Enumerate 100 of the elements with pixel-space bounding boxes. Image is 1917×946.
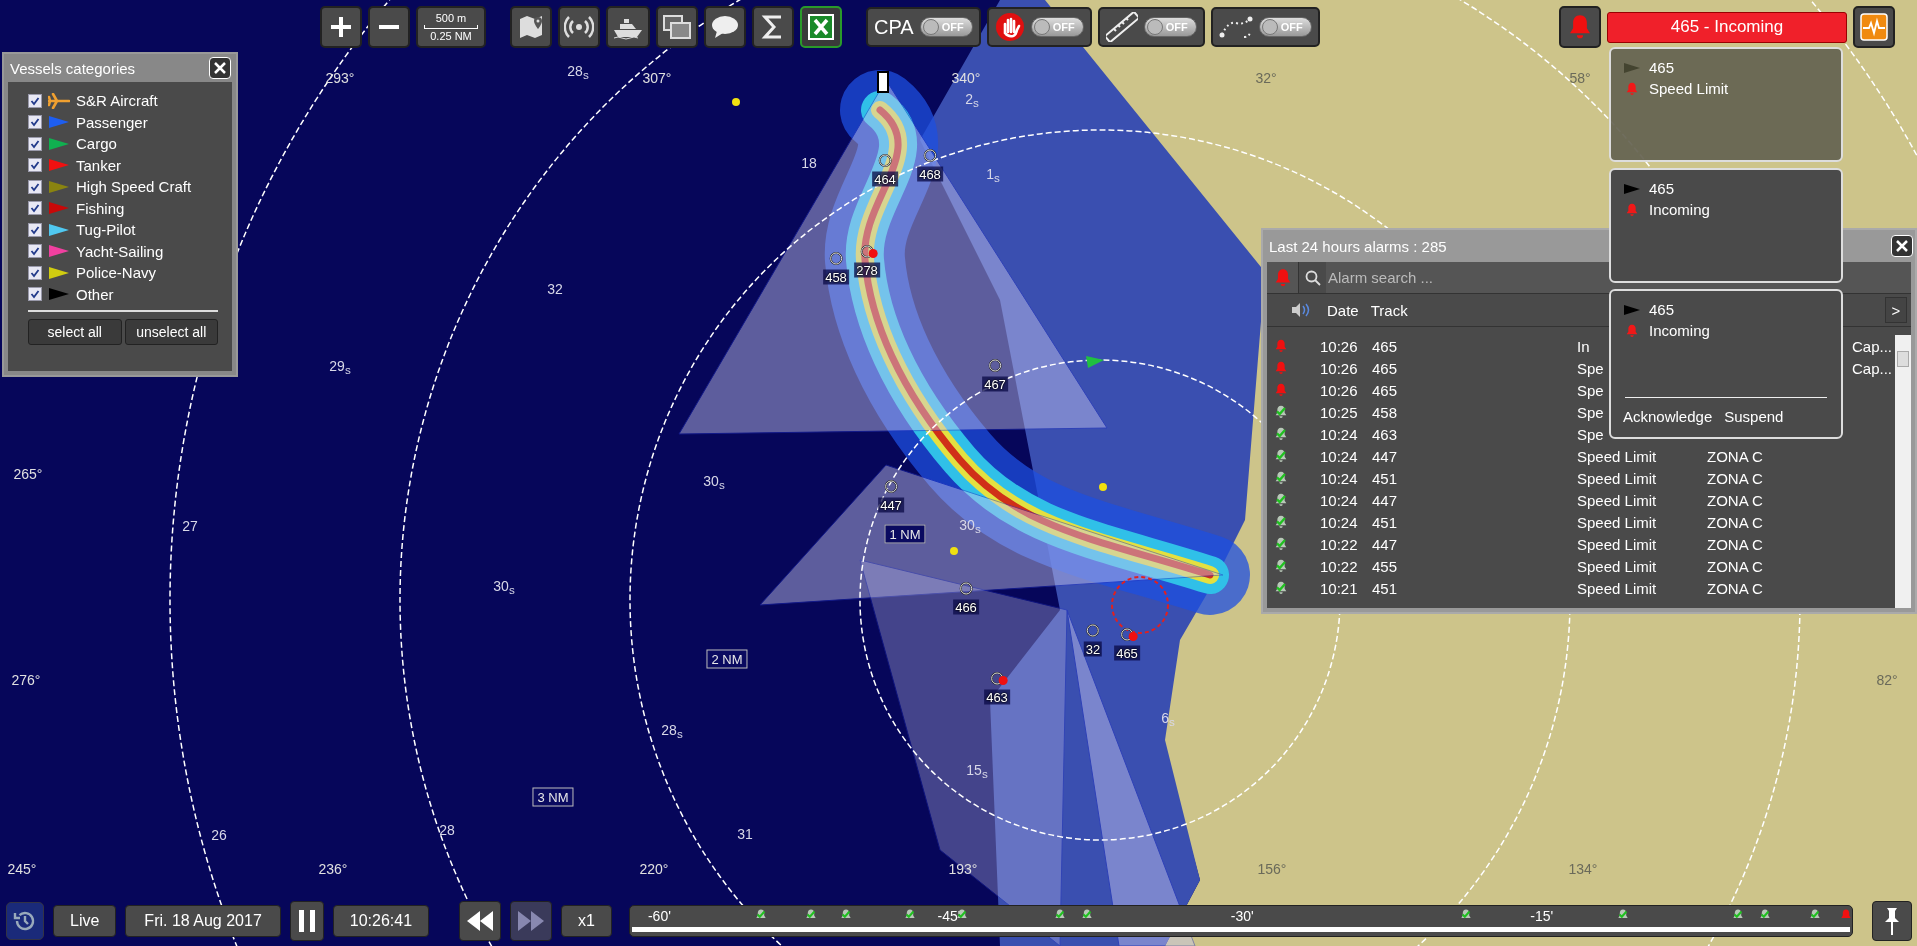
table-cell: 10:21 (1320, 579, 1358, 597)
waveform-icon[interactable] (1853, 6, 1895, 48)
ruler-icon (1105, 12, 1138, 42)
track-marker-icon[interactable] (1086, 623, 1100, 638)
speech-bubble-icon[interactable] (704, 6, 746, 48)
map-pin-icon[interactable] (510, 6, 552, 48)
notification-action[interactable]: Acknowledge (1623, 408, 1713, 425)
timeline[interactable]: -60' -45' -30' -15' (628, 905, 1853, 937)
track-label: 32 (1083, 641, 1103, 657)
select-button[interactable]: select all (28, 319, 122, 345)
track-marker-icon[interactable] (990, 671, 1004, 686)
column-header[interactable]: Track (1370, 301, 1408, 319)
plus-icon (329, 15, 353, 39)
category-label: Cargo (76, 135, 117, 153)
table-cell: Speed Limit (1577, 447, 1657, 465)
bearing-label: 193° (948, 861, 978, 877)
close-icon (212, 60, 228, 76)
depth-sounding: 31 (737, 826, 753, 842)
alarm-type: Incoming (1649, 322, 1710, 339)
zoom-out-button[interactable] (368, 6, 410, 48)
history-icon[interactable] (6, 902, 44, 940)
track-marker-icon[interactable] (860, 244, 874, 259)
table-cell: Cap... (1852, 359, 1893, 377)
table-cell: In (1577, 337, 1590, 355)
checkbox[interactable] (28, 244, 42, 259)
track-marker-icon[interactable] (829, 251, 843, 266)
speed-button[interactable]: x1 (561, 905, 612, 937)
bell-icon[interactable] (1559, 6, 1601, 48)
checkbox[interactable] (28, 136, 42, 151)
panel-title: Last 24 hours alarms : 285 (1269, 237, 1447, 255)
flag-icon (1623, 303, 1641, 316)
depth-sounding: 1$_{s}$ (986, 165, 1000, 185)
table-cell: 10:24 (1320, 513, 1358, 531)
live-button[interactable]: Live (53, 905, 117, 937)
table-cell: Speed Limit (1577, 469, 1657, 487)
pin-icon[interactable] (1872, 901, 1912, 941)
track-label: 464 (872, 171, 898, 187)
speaker-icon[interactable] (1291, 302, 1311, 318)
checkbox[interactable] (28, 222, 42, 237)
bearing-label: 58° (1569, 70, 1591, 86)
column-header[interactable]: Date (1327, 301, 1359, 319)
track-label: 466 (953, 599, 979, 615)
close-button[interactable] (209, 57, 231, 79)
notification-card[interactable]: 465 Incoming (1609, 168, 1843, 283)
table-cell: 10:22 (1320, 557, 1358, 575)
table-cell: Cap... (1852, 337, 1893, 355)
depth-sounding: 28$_{s}$ (567, 62, 589, 82)
zoom-in-button[interactable] (320, 6, 362, 48)
bell-icon[interactable] (1267, 262, 1299, 293)
track-marker-icon[interactable] (923, 148, 937, 163)
time-field[interactable]: 10:26:41 (332, 905, 430, 937)
track-marker-icon[interactable] (959, 581, 973, 596)
more-columns-button[interactable]: > (1885, 297, 1907, 323)
timeline-label: -60' (647, 908, 671, 924)
search-icon (1305, 269, 1321, 286)
bearing-label: 293° (325, 70, 355, 86)
track-marker-icon[interactable] (1120, 627, 1134, 642)
track-label: 467 (982, 376, 1008, 392)
scrollbar[interactable] (1895, 335, 1911, 608)
track-label: 463 (984, 689, 1010, 705)
bearing-label: 156° (1257, 861, 1287, 877)
range-label: 1 NM (884, 524, 926, 544)
depth-sounding: 18 (801, 155, 817, 171)
checkbox[interactable] (28, 115, 42, 130)
alarm-type: Speed Limit (1649, 80, 1729, 97)
date-field[interactable]: Fri. 18 Aug 2017 (125, 905, 281, 937)
spreadsheet-export-icon[interactable] (800, 6, 842, 48)
radar-signal-icon[interactable] (558, 6, 600, 48)
table-cell: 10:26 (1320, 337, 1358, 355)
select-button[interactable]: unselect all (124, 319, 218, 345)
table-cell: ZONA C (1707, 447, 1763, 465)
track-label: 447 (878, 497, 904, 513)
rewind-button[interactable] (459, 901, 502, 941)
fast-forward-button[interactable] (510, 901, 553, 941)
pause-button[interactable] (289, 901, 324, 941)
depth-sounding: 2$_{s}$ (965, 90, 979, 110)
alarm-banner[interactable]: 465 - Incoming (1607, 11, 1847, 43)
table-cell: Speed Limit (1577, 513, 1657, 531)
close-button[interactable] (1891, 235, 1913, 257)
track-marker-icon[interactable] (878, 153, 892, 168)
notification-card[interactable]: 465 Speed Limit (1609, 47, 1843, 162)
notification-card[interactable]: 465 Incoming Acknowledge Suspend (1609, 289, 1843, 439)
track-number: 465 (1649, 180, 1675, 197)
sum-icon[interactable] (752, 6, 794, 48)
checkbox[interactable] (28, 158, 42, 173)
table-cell: Spe (1577, 403, 1604, 421)
table-cell: 10:24 (1320, 491, 1358, 509)
checkbox[interactable] (28, 265, 42, 280)
checkbox[interactable] (28, 287, 42, 302)
bearing-label: 340° (951, 70, 981, 86)
checkbox[interactable] (28, 179, 42, 194)
track-marker-icon[interactable] (988, 358, 1002, 373)
depth-sounding: 30$_{s}$ (703, 472, 725, 492)
windows-icon[interactable] (656, 6, 698, 48)
track-marker-icon[interactable] (884, 479, 898, 494)
timeline-label: -45' (937, 908, 961, 924)
checkbox[interactable] (28, 93, 42, 108)
notification-action[interactable]: Suspend (1724, 408, 1784, 425)
table-cell: 447 (1372, 491, 1398, 509)
checkbox[interactable] (28, 201, 42, 216)
